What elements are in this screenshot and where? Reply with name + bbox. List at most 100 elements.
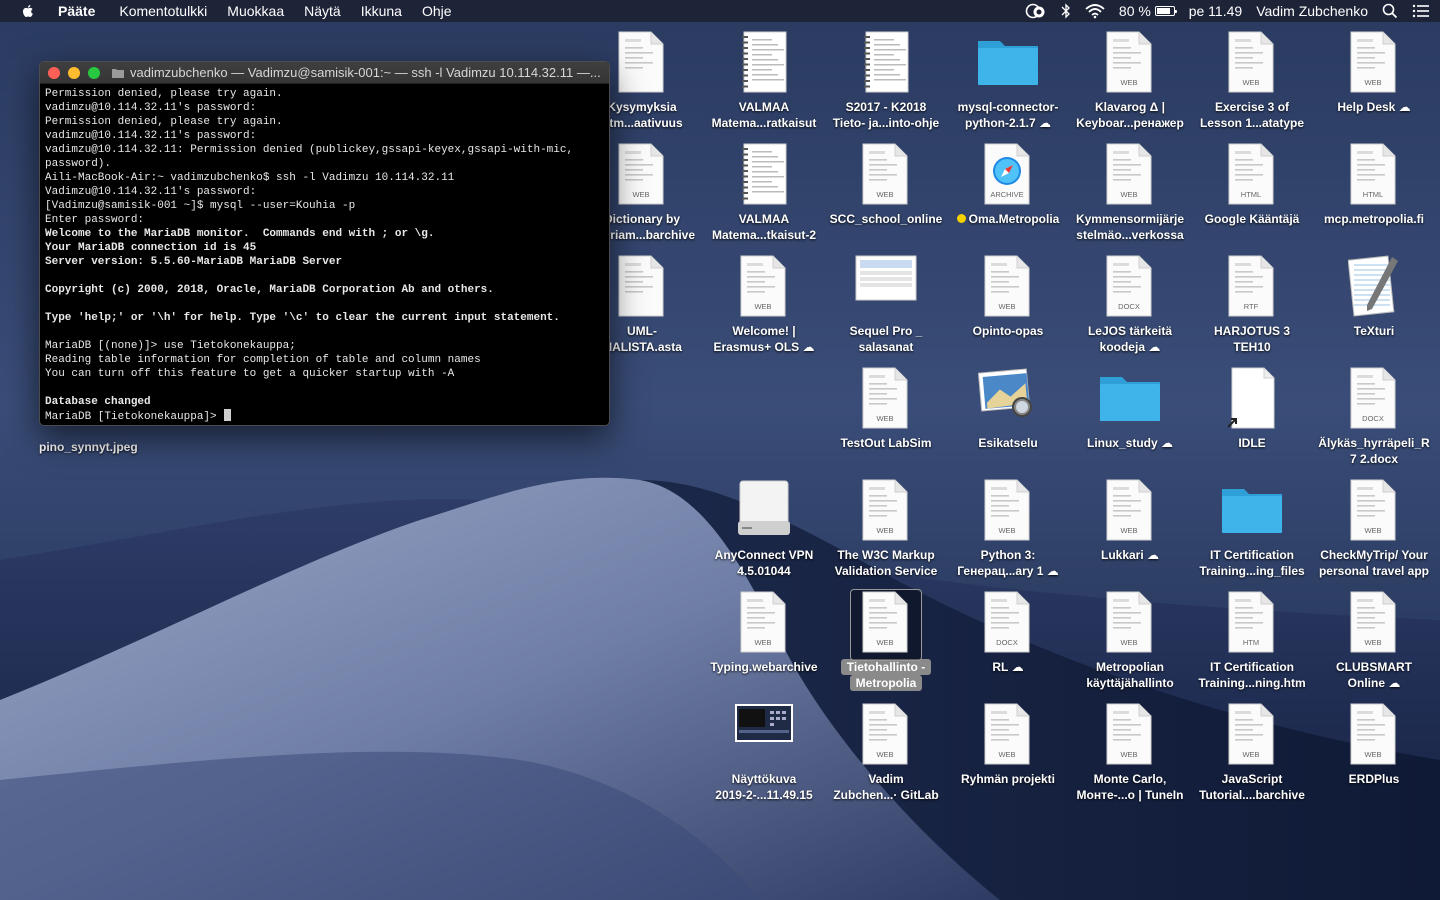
desktop-icon-montecarlo[interactable]: WEB Monte Carlo, Монте-...o | TuneIn — [1069, 703, 1191, 803]
minimize-button[interactable] — [68, 66, 80, 79]
svg-text:WEB: WEB — [754, 302, 771, 311]
file-icon — [825, 31, 947, 97]
file-icon: DOCX — [1313, 367, 1435, 433]
desktop-icon-testout[interactable]: WEB TestOut LabSim — [825, 367, 947, 451]
menu-komentotulkki[interactable]: Komentotulkki — [119, 3, 207, 19]
desktop-icon-label: Typing.webarchive — [703, 659, 825, 675]
desktop-icon-label-line: mysql-connector- — [947, 99, 1069, 115]
desktop-icon-mysql-connector[interactable]: mysql-connector-python-2.1.7 ☁ — [947, 31, 1069, 131]
svg-text:DOCX: DOCX — [996, 638, 1018, 647]
desktop-icon-label-text: Monte Carlo, — [1093, 772, 1167, 786]
desktop-icon-label-text: Welcome! | — [732, 324, 796, 338]
desktop-icon-exercise3[interactable]: WEB Exercise 3 of Lesson 1...atatype — [1191, 31, 1313, 131]
spotlight-search-icon[interactable] — [1382, 3, 1398, 19]
desktop-icon-label: IT Certification Training...ing_files — [1191, 547, 1313, 579]
battery-status[interactable]: 80 % — [1119, 3, 1177, 19]
creative-cloud-icon[interactable] — [1025, 3, 1047, 19]
zoom-button[interactable] — [88, 66, 100, 79]
desktop-icon-label-text: Typing.webarchive — [710, 660, 818, 674]
desktop-icon-erdplus[interactable]: WEB ERDPlus — [1313, 703, 1435, 787]
desktop-icon-idle[interactable]: IDLE — [1191, 367, 1313, 451]
terminal-window[interactable]: vadimzubchenko — Vadimzu@samisik-001:~ —… — [39, 61, 610, 426]
desktop-icon-label-text: IDLE — [1238, 436, 1266, 450]
desktop-icon-label: Monte Carlo, Монте-...o | TuneIn — [1069, 771, 1191, 803]
desktop-icon-welcome[interactable]: WEB Welcome! | Erasmus+ OLS ☁ — [703, 255, 825, 355]
wifi-icon[interactable] — [1085, 3, 1105, 19]
desktop-icon-python3[interactable]: WEB Python 3: Генерац...ary 1 ☁ — [947, 479, 1069, 579]
desktop-icon-label-text: Монте-...o | TuneIn — [1076, 788, 1184, 802]
desktop-icon-linux[interactable]: Linux_study ☁ — [1069, 367, 1191, 451]
svg-text:WEB: WEB — [876, 190, 893, 199]
desktop-icon-label-text: Ryhmän projekti — [960, 772, 1056, 786]
desktop-icon-sequelpro[interactable]: Sequel Pro _ salasanat — [825, 255, 947, 355]
desktop-icon-nayttokuva[interactable]: Näyttökuva 2019-2-...11.49.15 — [703, 703, 825, 803]
desktop-icon-ryhman[interactable]: WEB Ryhmän projekti — [947, 703, 1069, 787]
desktop-icon-klavarog[interactable]: WEB Klavarog Δ | Keyboar...ренажер — [1069, 31, 1191, 131]
desktop-icon-harjotus3[interactable]: RTF HARJOTUS 3 TEH10 — [1191, 255, 1313, 355]
menu-ohje[interactable]: Ohje — [422, 3, 452, 19]
desktop-icon-lejos[interactable]: DOCX LeJOS tärkeitä koodeja ☁ — [1069, 255, 1191, 355]
desktop-icon-metropolian[interactable]: WEB Metropolian käyttäjähallinto — [1069, 591, 1191, 691]
desktop-icon-mcp[interactable]: HTML mcp.metropolia.fi — [1313, 143, 1435, 227]
icloud-icon: ☁ — [1395, 100, 1411, 114]
desktop-icon-texturi[interactable]: TeXturi — [1313, 255, 1435, 339]
desktop-icon-anyconnect[interactable]: AnyConnect VPN 4.5.01044 — [703, 479, 825, 579]
user-name[interactable]: Vadim Zubchenko — [1256, 3, 1368, 19]
desktop-icon-scc[interactable]: WEB SCC_school_online — [825, 143, 947, 227]
desktop-icon-label-text: RL — [992, 660, 1009, 674]
file-icon: WEB — [1191, 703, 1313, 769]
clock[interactable]: pe 11.49 — [1189, 3, 1242, 19]
desktop-icon-label-line: Welcome! | — [703, 323, 825, 339]
desktop-icon-vadim-gitlab[interactable]: WEB Vadim Zubchen...· GitLab — [825, 703, 947, 803]
desktop-icon-itcert-htm[interactable]: HTM IT Certification Training...ning.htm — [1191, 591, 1313, 691]
desktop-icon-lukkari[interactable]: WEB Lukkari ☁ — [1069, 479, 1191, 563]
menu-nayta[interactable]: Näytä — [304, 3, 341, 19]
desktop-icon-esikatselu[interactable]: Esikatselu — [947, 367, 1069, 451]
desktop-icon-itcert-files[interactable]: IT Certification Training...ing_files — [1191, 479, 1313, 579]
terminal-titlebar[interactable]: vadimzubchenko — Vadimzu@samisik-001:~ —… — [40, 62, 609, 84]
file-icon: WEB — [825, 367, 947, 433]
desktop-icon-rl[interactable]: DOCX RL ☁ — [947, 591, 1069, 675]
desktop-icon-w3c[interactable]: WEB The W3C Markup Validation Service — [825, 479, 947, 579]
desktop-icon-label-text: Klavarog Δ | — [1094, 100, 1165, 114]
desktop-icon-label-text: Vadim — [868, 772, 904, 786]
desktop-icon-google-kaantaja[interactable]: HTML Google Kääntäjä — [1191, 143, 1313, 227]
desktop-icon-helpdesk[interactable]: WEB Help Desk ☁ — [1313, 31, 1435, 115]
desktop-icon-kymmensormi[interactable]: WEB Kymmensormijärje stelmäo...verkossa — [1069, 143, 1191, 243]
desktop-icon-label-line: Kymmensormijärje — [1069, 211, 1191, 227]
desktop-icon-opinto[interactable]: WEB Opinto-opas — [947, 255, 1069, 339]
desktop-icon-tietohallinto[interactable]: WEB Tietohallinto - Metropolia — [825, 589, 947, 691]
desktop-icon-label-text: UML- — [627, 324, 657, 338]
desktop-icon-label-text: LeJOS tärkeitä — [1087, 324, 1173, 338]
menu-muokkaa[interactable]: Muokkaa — [227, 3, 284, 19]
desktop-icon-alykas[interactable]: DOCX Älykäs_hyrräpeli_R 7 2.docx — [1313, 367, 1435, 467]
desktop-icon-checkmytrip[interactable]: WEB CheckMyTrip/ Your personal travel app — [1313, 479, 1435, 579]
file-icon — [1313, 255, 1435, 321]
file-icon: WEB — [1191, 31, 1313, 97]
menu-ikkuna[interactable]: Ikkuna — [361, 3, 402, 19]
desktop-icon-label-line: 7 2.docx — [1313, 451, 1435, 467]
notification-center-icon[interactable] — [1412, 4, 1430, 18]
desktop-icon-label-text: Online — [1347, 676, 1385, 690]
bluetooth-icon[interactable] — [1061, 3, 1071, 19]
desktop-icon-valmaa2[interactable]: VALMAA Matema...tkaisut-2 — [703, 143, 825, 243]
desktop-icon-s2017[interactable]: S2017 - K2018 Tieto- ja...into-ohje — [825, 31, 947, 131]
icloud-icon: ☁ — [1157, 436, 1174, 450]
terminal-line: Database changed — [45, 396, 151, 408]
desktop-file-pino-synnyt[interactable]: pino_synnyt.jpeg — [39, 440, 138, 454]
desktop-icon-label: IT Certification Training...ning.htm — [1191, 659, 1313, 691]
terminal-output[interactable]: Permission denied, please try again. vadi… — [40, 84, 609, 424]
desktop-icon-oma[interactable]: ARCHIVE Oma.Metropolia — [947, 143, 1069, 227]
desktop-icon-label-line: Python 3: — [947, 547, 1069, 563]
desktop-icon-label-line: Esikatselu — [947, 435, 1069, 451]
desktop-icon-jstutorial[interactable]: WEB JavaScript Tutorial....barchive — [1191, 703, 1313, 803]
desktop-icon-typing[interactable]: WEB Typing.webarchive — [703, 591, 825, 675]
svg-text:WEB: WEB — [1120, 638, 1137, 647]
desktop-icon-valmaa1[interactable]: VALMAA Matema...ratkaisut — [703, 31, 825, 131]
close-button[interactable] — [48, 66, 60, 79]
icloud-icon: ☁ — [1145, 340, 1161, 354]
apple-menu-icon[interactable] — [20, 3, 36, 19]
app-menu-paate[interactable]: Pääte — [58, 3, 95, 19]
desktop-icon-clubsmart[interactable]: WEB CLUBSMART Online ☁ — [1313, 591, 1435, 691]
svg-text:WEB: WEB — [632, 190, 649, 199]
